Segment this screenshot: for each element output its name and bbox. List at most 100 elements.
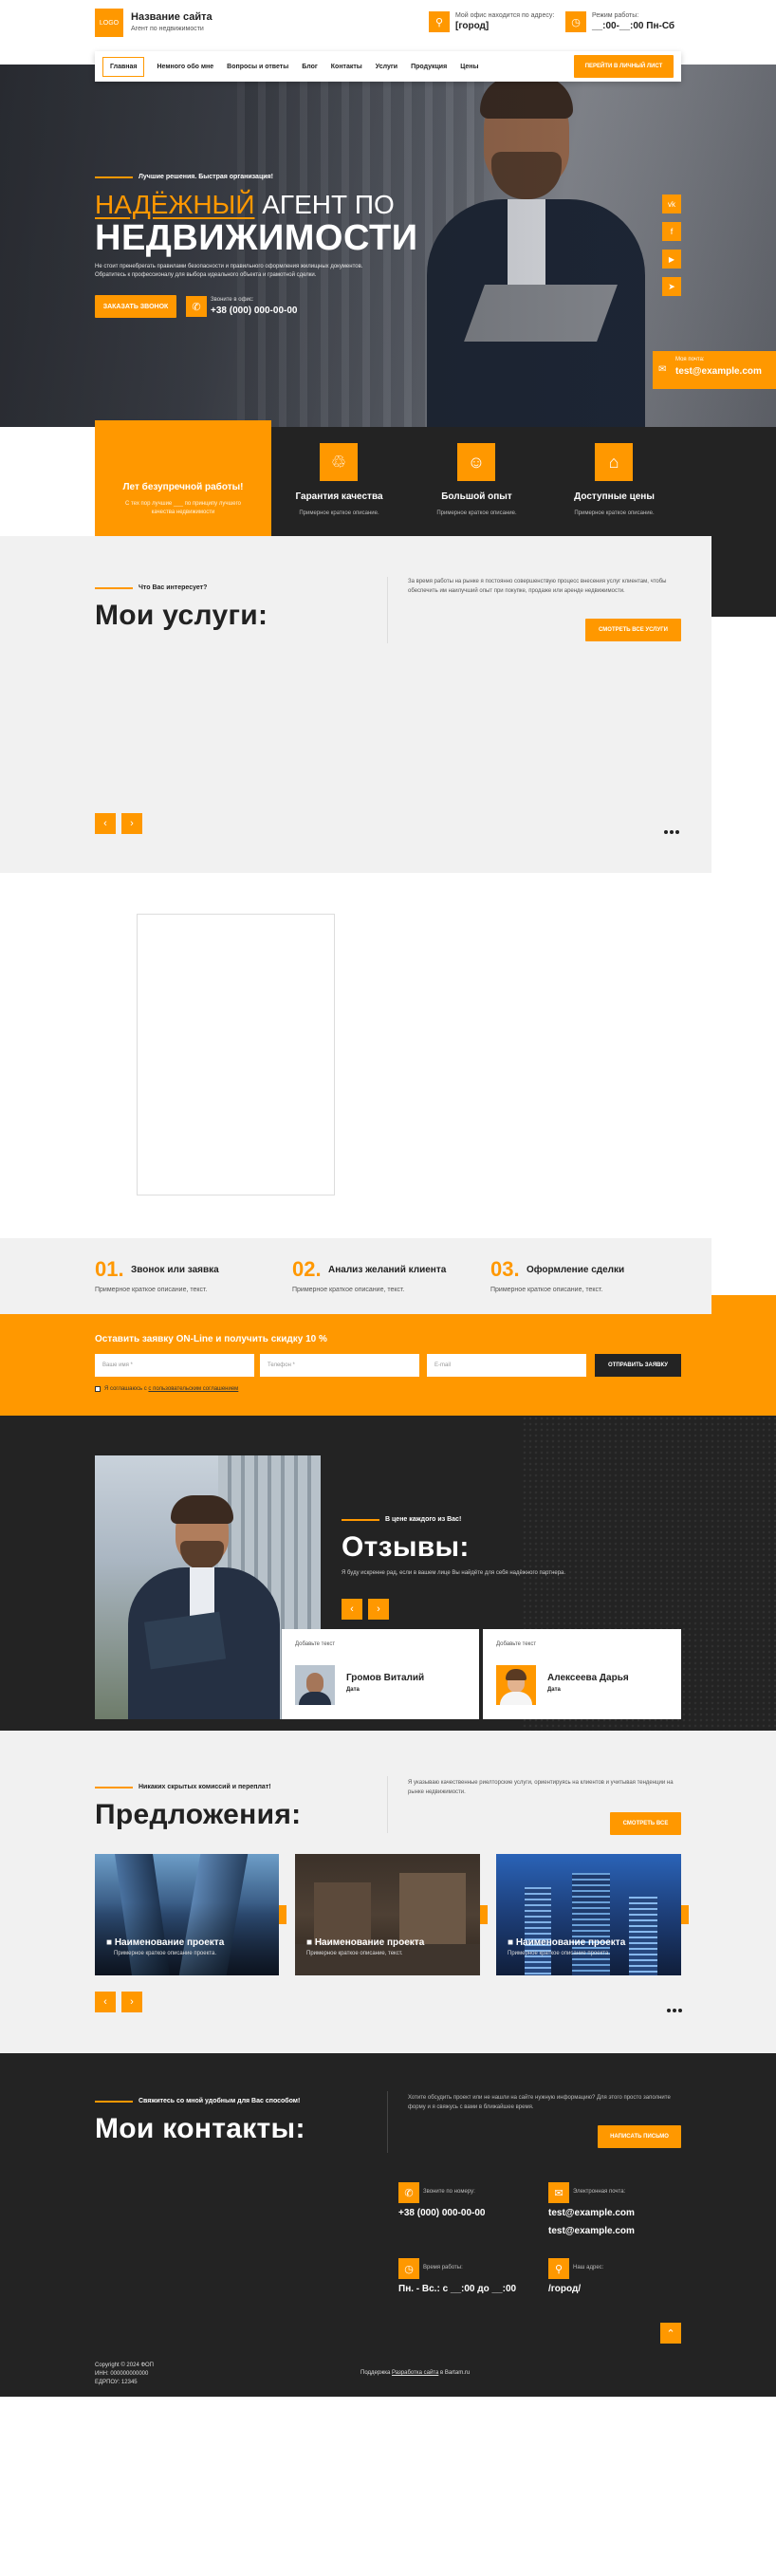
services-eyebrow: Что Вас интересует?: [95, 584, 207, 591]
contacts-phone-label: Звоните по номеру:: [423, 2189, 475, 2195]
offers-description: Я указываю качественные риелторские услу…: [408, 1780, 674, 1795]
contacts-address-label: Наш адрес:: [573, 2265, 604, 2270]
facebook-icon[interactable]: f: [662, 222, 681, 241]
footer-credit: Поддержка Разработка сайта в Bartam.ru: [360, 2370, 470, 2376]
social-bar: vk f ▶ ➤: [662, 195, 681, 296]
hours-value: __:00-__:00 Пн-Сб: [592, 21, 675, 31]
review-card-2-name: Алексеева Дарья: [547, 1673, 629, 1683]
offer-card-1-title-text: Наименование проекта: [114, 1937, 225, 1948]
contacts-location-icon: ⚲: [548, 2258, 569, 2279]
contacts-divider: [387, 2091, 388, 2153]
reviews-description: Я буду искренне рад, если в вашем лице В…: [342, 1570, 566, 1576]
review-card-1-label: Добавьте текст: [295, 1641, 336, 1647]
email-input[interactable]: E-mail: [427, 1354, 586, 1377]
site-title: Название сайта: [131, 11, 212, 23]
offer-card-3-desc: Примерное краткое описание проекта.: [508, 1951, 610, 1956]
offers-eyebrow: Никаких скрытых комиссий и переплат!: [95, 1784, 271, 1790]
step-number-1: 01.: [95, 1257, 124, 1281]
footer-credit-prefix: Поддержка: [360, 2370, 392, 2376]
offer-card-3-title: ■ Наименование проекта: [508, 1937, 626, 1948]
experience-icon: ☺: [457, 443, 495, 481]
mail-icon: ✉: [658, 364, 667, 375]
vk-icon[interactable]: vk: [662, 195, 681, 213]
logo[interactable]: LOGO: [95, 9, 123, 37]
nav-item-home[interactable]: Главная: [102, 56, 145, 77]
telegram-icon[interactable]: ➤: [662, 277, 681, 296]
hero-email-value[interactable]: test@example.com: [675, 366, 762, 377]
offer-card-2-title: ■ Наименование проекта: [306, 1937, 425, 1948]
order-call-button[interactable]: ЗАКАЗАТЬ ЗВОНОК: [95, 295, 176, 318]
review-card-2-label: Добавьте текст: [496, 1641, 537, 1647]
experience-badge-title: Лет безупречной работы!: [122, 482, 244, 492]
nav-item-services[interactable]: Услуги: [369, 58, 404, 76]
footer-credit-suffix: в Bartam.ru: [438, 2370, 471, 2376]
clock-icon: ◷: [565, 11, 586, 32]
submit-request-button[interactable]: ОТПРАВИТЬ ЗАЯВКУ: [595, 1354, 681, 1377]
all-services-button[interactable]: СМОТРЕТЬ ВСЕ УСЛУГИ: [585, 619, 681, 641]
offers-title: Предложения:: [95, 1799, 302, 1830]
hero-phone-label: Звоните в офис:: [211, 297, 254, 303]
price-icon: ⌂: [595, 443, 633, 481]
hero-title-accent: НАДЁЖНЫЙ: [95, 190, 255, 219]
office-label: Мой офис находится по адресу:: [455, 12, 555, 19]
step-number-2: 02.: [292, 1257, 322, 1281]
phone-icon: ✆: [186, 296, 207, 317]
services-next-button[interactable]: ›: [121, 813, 142, 834]
contacts-hours-label: Время работы:: [423, 2265, 463, 2270]
contacts-email-value-1[interactable]: test@example.com: [548, 2208, 635, 2218]
name-input[interactable]: Ваше имя *: [95, 1354, 254, 1377]
hero-phone-value[interactable]: +38 (000) 000-00-00: [211, 306, 297, 316]
offer-card-tab-3: [681, 1905, 689, 1924]
nav-item-prices[interactable]: Цены: [453, 58, 485, 76]
offers-prev-button[interactable]: ‹: [95, 1992, 116, 2012]
offer-card-3[interactable]: [496, 1854, 681, 1975]
hero-email-label: Моя почта:: [675, 357, 705, 362]
write-letter-button[interactable]: НАПИСАТЬ ПИСЬМО: [598, 2125, 681, 2148]
footer-copyright: Copyright © 2024 ФОП: [95, 2363, 154, 2368]
nav-cta-button[interactable]: ПЕРЕЙТИ В ЛИЧНЫЙ ЛИСТ: [574, 55, 674, 78]
footer-inn: ИНН: 000000000000: [95, 2371, 149, 2377]
feature-desc-3: Примерное краткое описание.: [574, 510, 655, 516]
step-title-1: Звонок или заявка: [131, 1265, 219, 1275]
contacts-clock-icon: ◷: [398, 2258, 419, 2279]
contacts-email-label: Электронная почта:: [573, 2189, 626, 2195]
consent-checkbox[interactable]: [95, 1386, 101, 1392]
nav-item-faq[interactable]: Вопросы и ответы: [220, 58, 295, 76]
scroll-top-button[interactable]: ⌃: [660, 2323, 681, 2344]
all-offers-button[interactable]: СМОТРЕТЬ ВСЕ: [610, 1812, 681, 1835]
consent-link[interactable]: с пользовательским соглашением: [148, 1386, 238, 1392]
offer-card-1-title: ■ Наименование проекта: [106, 1937, 225, 1948]
offers-next-button[interactable]: ›: [121, 1992, 142, 2012]
reviews-prev-button[interactable]: ‹: [342, 1599, 362, 1620]
reviews-next-button[interactable]: ›: [368, 1599, 389, 1620]
request-title: Оставить заявку ON-Line и получить скидк…: [95, 1334, 327, 1344]
review-card-2-date: Дата: [547, 1687, 561, 1693]
nav-item-blog[interactable]: Блог: [295, 58, 324, 76]
feature-desc-2: Примерное краткое описание.: [436, 510, 517, 516]
review-card-2-avatar: [496, 1665, 536, 1705]
step-desc-2: Примерное краткое описание, текст.: [292, 1287, 405, 1293]
quality-icon: ♲: [320, 443, 358, 481]
step-desc-3: Примерное краткое описание, текст.: [490, 1287, 603, 1293]
offers-pagination[interactable]: [667, 2009, 682, 2012]
services-prev-button[interactable]: ‹: [95, 813, 116, 834]
contacts-title: Мои контакты:: [95, 2113, 305, 2144]
footer-credit-link[interactable]: Разработка сайта: [392, 2370, 438, 2376]
phone-input[interactable]: Телефон *: [260, 1354, 419, 1377]
empty-card: [137, 914, 335, 1195]
footer-edrpou: ЕДРПОУ: 12345: [95, 2380, 138, 2385]
nav-item-contacts[interactable]: Контакты: [324, 58, 369, 76]
offer-card-2[interactable]: [295, 1854, 480, 1975]
step-number-3: 03.: [490, 1257, 520, 1281]
contacts-email-value-2[interactable]: test@example.com: [548, 2226, 635, 2236]
services-pagination[interactable]: [664, 830, 679, 834]
offer-card-1[interactable]: [95, 1854, 279, 1975]
youtube-icon[interactable]: ▶: [662, 250, 681, 269]
contacts-description: Хотите обсудить проект или не нашли на с…: [408, 2095, 671, 2110]
contacts-phone-value[interactable]: +38 (000) 000-00-00: [398, 2208, 485, 2218]
request-corner: [711, 1295, 776, 1314]
nav-item-about[interactable]: Немного обо мне: [150, 58, 220, 76]
offer-card-tab-2: [480, 1905, 488, 1924]
nav-item-products[interactable]: Продукция: [404, 58, 453, 76]
contacts-eyebrow: Свяжитесь со мной удобным для Вас способ…: [95, 2098, 300, 2104]
